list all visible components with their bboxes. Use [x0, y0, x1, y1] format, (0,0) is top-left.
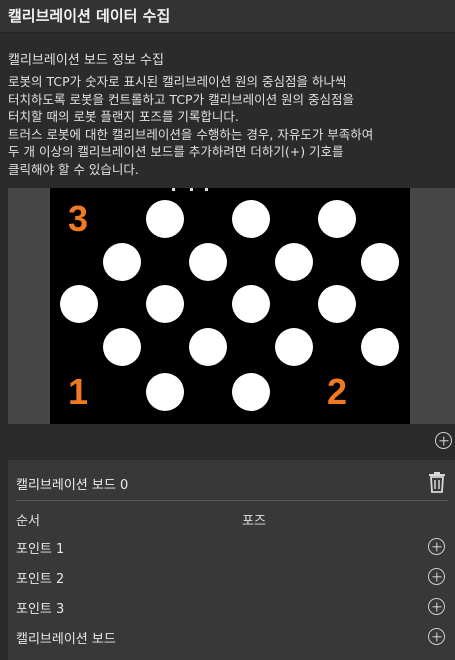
- calibration-board-image-panel: 3 1 2: [8, 188, 455, 424]
- row-label-point-2: 포인트 2: [16, 572, 65, 587]
- calibration-circle: [232, 285, 270, 323]
- calibration-circle: [275, 243, 313, 281]
- board-tick: [205, 188, 208, 191]
- instructions-text: 로봇의 TCP가 숫자로 표시된 캘리브레이션 원의 중심점을 하나씩 터치하도…: [8, 73, 448, 178]
- calibration-circle: [146, 285, 184, 323]
- instructions-line: 트러스 로봇에 대한 캘리브레이션을 수행하는 경우, 자유도가 부족하여: [8, 126, 374, 142]
- section-title: 캘리브레이션 보드 정보 수집: [8, 53, 164, 68]
- trash-icon[interactable]: [425, 470, 449, 494]
- calibration-circle: [275, 328, 313, 366]
- calibration-circle: [361, 243, 399, 281]
- calibration-circle: [189, 328, 227, 366]
- add-pose-button-point-2[interactable]: [428, 568, 445, 585]
- column-header-order: 순서: [16, 514, 40, 529]
- instructions-line: 두 개 이상의 캘리브레이션 보드를 추가하려면 더하기(+) 기호를: [8, 144, 344, 159]
- instructions-line: 로봇의 TCP가 숫자로 표시된 캘리브레이션 원의 중심점을 하나씩: [8, 74, 347, 89]
- calibration-board-image: 3 1 2: [50, 188, 410, 424]
- calibration-circle: [361, 328, 399, 366]
- calibration-circle: [232, 373, 270, 411]
- column-header-pose: 포즈: [242, 514, 266, 529]
- calibration-circle: [60, 285, 98, 323]
- panel-title: 캘리브레이션 데이터 수집: [0, 0, 455, 33]
- board-tick: [172, 188, 175, 191]
- row-label-point-1: 포인트 1: [16, 542, 65, 557]
- instructions-line: 터치할 때의 로봇 플랜지 포즈를 기록합니다.: [8, 109, 239, 124]
- calibration-circle: [232, 200, 270, 238]
- board-item: 캘리브레이션 보드 0 순서 포즈 포인트 1 포인트 2 포인트 3 캘리브레…: [8, 460, 455, 660]
- marker-number-2: 2: [326, 371, 348, 412]
- calibration-circle: [189, 243, 227, 281]
- board-name: 캘리브레이션 보드 0: [16, 478, 129, 493]
- calibration-circle: [318, 285, 356, 323]
- instructions-line: 클릭해야 할 수 있습니다.: [8, 161, 139, 177]
- add-board-button[interactable]: [435, 432, 452, 449]
- board-tick: [190, 188, 193, 191]
- calibration-circle: [103, 328, 141, 366]
- instructions-line: 터치하도록 로봇을 컨트롤하고 TCP가 캘리브레이션 원의 중심점을: [8, 91, 355, 107]
- calibration-circle: [318, 200, 356, 238]
- add-pose-button-calibration-board[interactable]: [428, 628, 445, 645]
- row-label-calibration-board: 캘리브레이션 보드: [16, 632, 116, 647]
- calibration-circle: [103, 243, 141, 281]
- marker-number-3: 3: [67, 198, 89, 239]
- add-pose-button-point-1[interactable]: [428, 538, 445, 555]
- calibration-circle: [146, 373, 184, 411]
- row-label-point-3: 포인트 3: [16, 602, 65, 617]
- calibration-circle: [146, 200, 184, 238]
- add-pose-button-point-3[interactable]: [428, 598, 445, 615]
- divider: [16, 500, 448, 501]
- marker-number-1: 1: [67, 371, 89, 412]
